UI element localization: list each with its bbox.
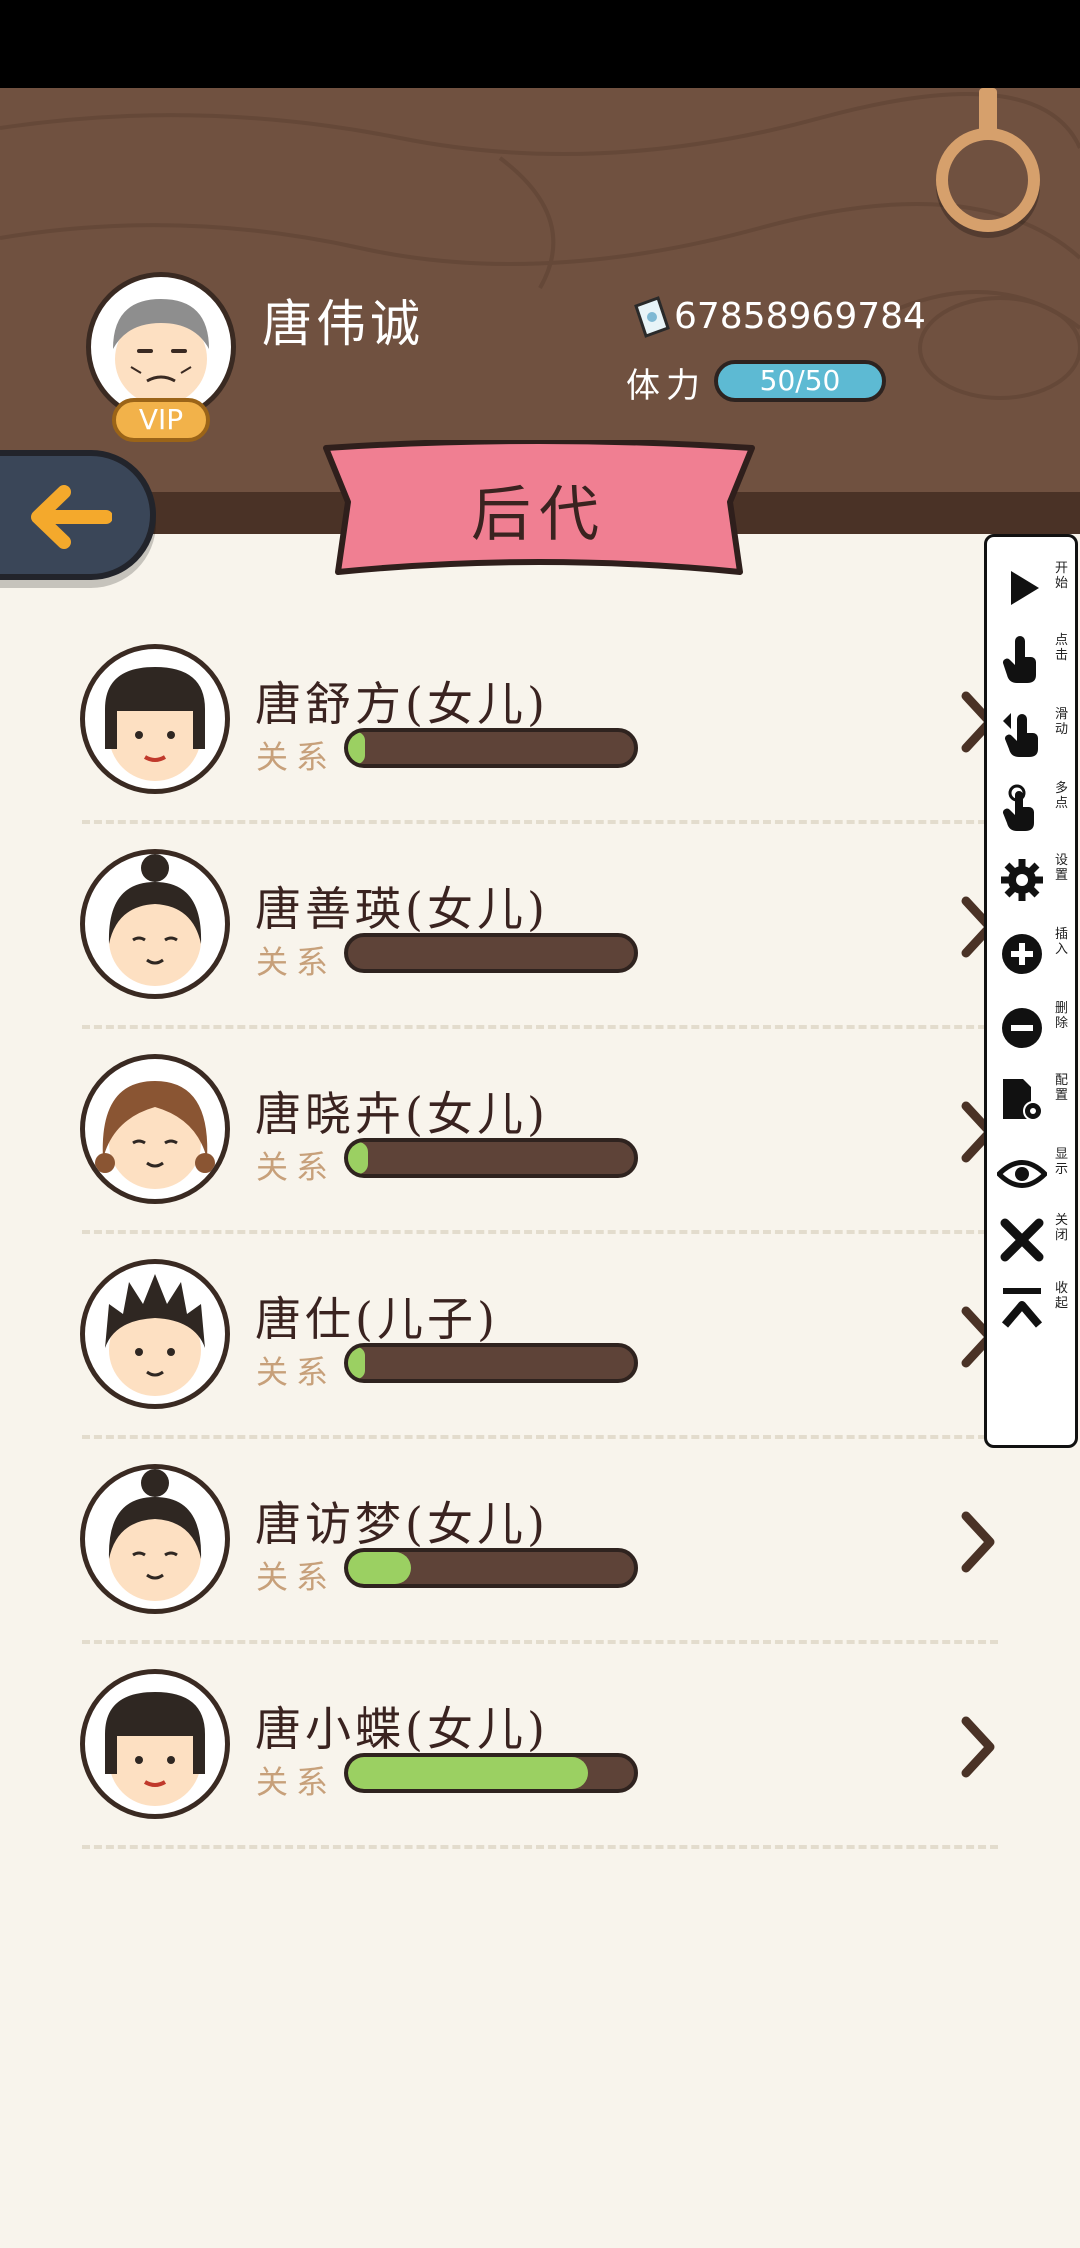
back-arrow-icon — [31, 485, 112, 549]
toolbar-label: 插入 — [1055, 927, 1069, 957]
toolbar-plus-circle-button[interactable]: 插入 — [987, 917, 1080, 989]
relation-label: 关系 — [256, 1558, 337, 1596]
toolbar-label: 删除 — [1055, 1001, 1069, 1031]
gear-icon — [1001, 859, 1043, 901]
collapse-icon — [1001, 1288, 1043, 1328]
toolbar-multi-touch-button[interactable]: 多点 — [987, 771, 1080, 843]
toolbar-close-button[interactable]: 关闭 — [987, 1203, 1080, 1275]
boy-spiky-hair-icon — [80, 1259, 230, 1409]
close-icon — [1000, 1218, 1044, 1262]
descendant-row[interactable]: 唐善瑛(女儿) 关系 — [0, 823, 1000, 1029]
relation-progress-fill — [348, 1552, 411, 1584]
descendant-row[interactable]: 唐晓卉(女儿) 关系 — [0, 1028, 1000, 1234]
toolbar-label: 点击 — [1055, 633, 1069, 663]
toolbar-swipe-hand-button[interactable]: 滑动 — [987, 697, 1080, 769]
toolbar-play-button[interactable]: 开始 — [987, 551, 1080, 623]
girl-bangs-icon — [80, 1669, 230, 1819]
play-icon — [1011, 571, 1039, 605]
relation-label: 关系 — [256, 738, 337, 776]
relation-label: 关系 — [256, 1353, 337, 1391]
swipe-hand-icon — [1003, 713, 1038, 757]
chevron-right-icon[interactable] — [958, 1715, 998, 1779]
relation-progress-bar — [344, 1753, 638, 1793]
toolbar-label: 滑动 — [1055, 707, 1069, 737]
relation-progress-fill — [348, 1757, 589, 1789]
girl-bun-icon — [80, 1464, 230, 1614]
relation-label: 关系 — [256, 1148, 337, 1186]
macro-toolbar: 开始点击滑动多点设置插入删除配置显示关闭收起 — [984, 534, 1078, 1448]
back-button[interactable] — [0, 450, 156, 580]
toolbar-label: 开始 — [1055, 561, 1069, 591]
multi-touch-icon — [1002, 784, 1034, 831]
descendant-name: 唐晓卉(女儿) — [255, 1087, 549, 1141]
stamina-bar: 50/50 — [714, 360, 886, 402]
toolbar-config-file-button[interactable]: 配置 — [987, 1063, 1080, 1135]
currency-value: 67858969784 — [674, 296, 926, 337]
toolbar-label: 关闭 — [1055, 1213, 1069, 1243]
descendant-row[interactable]: 唐舒方(女儿) 关系 — [0, 618, 1000, 824]
minus-circle-icon — [1002, 1008, 1042, 1048]
relation-progress-fill — [348, 1347, 366, 1379]
relation-label: 关系 — [256, 1763, 337, 1801]
toolbar-tap-hand-button[interactable]: 点击 — [987, 623, 1080, 695]
config-file-icon — [1003, 1079, 1043, 1121]
relation-progress-fill — [348, 732, 366, 764]
tap-hand-icon — [1002, 636, 1036, 683]
hanging-ring — [936, 128, 1040, 232]
toolbar-label: 多点 — [1055, 781, 1069, 811]
toolbar-label: 收起 — [1055, 1281, 1069, 1311]
stamina-label: 体力 — [626, 366, 706, 406]
toolbar-label: 设置 — [1055, 853, 1069, 883]
descendant-name: 唐小蝶(女儿) — [255, 1702, 549, 1756]
relation-progress-fill — [348, 1142, 369, 1174]
toolbar-gear-button[interactable]: 设置 — [987, 843, 1080, 915]
chevron-right-icon[interactable] — [958, 1510, 998, 1574]
row-divider — [82, 1845, 998, 1849]
descendant-name: 唐仕(儿子) — [255, 1292, 499, 1346]
player-name: 唐伟诚 — [262, 295, 424, 353]
descendant-name: 唐舒方(女儿) — [255, 677, 549, 731]
page-title: 后代 — [471, 480, 607, 550]
relation-progress-bar — [344, 933, 638, 973]
relation-progress-bar — [344, 728, 638, 768]
relation-label: 关系 — [256, 943, 337, 981]
girl-brown-hair-icon — [80, 1054, 230, 1204]
toolbar-eye-button[interactable]: 显示 — [987, 1137, 1080, 1209]
toolbar-minus-circle-button[interactable]: 删除 — [987, 991, 1080, 1063]
toolbar-label: 显示 — [1055, 1147, 1069, 1177]
currency-note-icon — [634, 296, 670, 338]
relation-progress-bar — [344, 1548, 638, 1588]
status-bar — [0, 0, 1080, 88]
relation-progress-bar — [344, 1138, 638, 1178]
descendant-row[interactable]: 唐小蝶(女儿) 关系 — [0, 1643, 1000, 1849]
plus-circle-icon — [1002, 934, 1042, 974]
descendant-row[interactable]: 唐仕(儿子) 关系 — [0, 1233, 1000, 1439]
eye-icon — [997, 1160, 1047, 1188]
descendant-row[interactable]: 唐访梦(女儿) 关系 — [0, 1438, 1000, 1644]
descendant-name: 唐访梦(女儿) — [255, 1497, 549, 1551]
girl-bun-icon — [80, 849, 230, 999]
toolbar-label: 配置 — [1055, 1073, 1069, 1103]
girl-bangs-icon — [80, 644, 230, 794]
toolbar-collapse-button[interactable]: 收起 — [987, 1271, 1080, 1343]
vip-badge: VIP — [112, 398, 210, 442]
relation-progress-bar — [344, 1343, 638, 1383]
descendant-name: 唐善瑛(女儿) — [255, 882, 549, 936]
